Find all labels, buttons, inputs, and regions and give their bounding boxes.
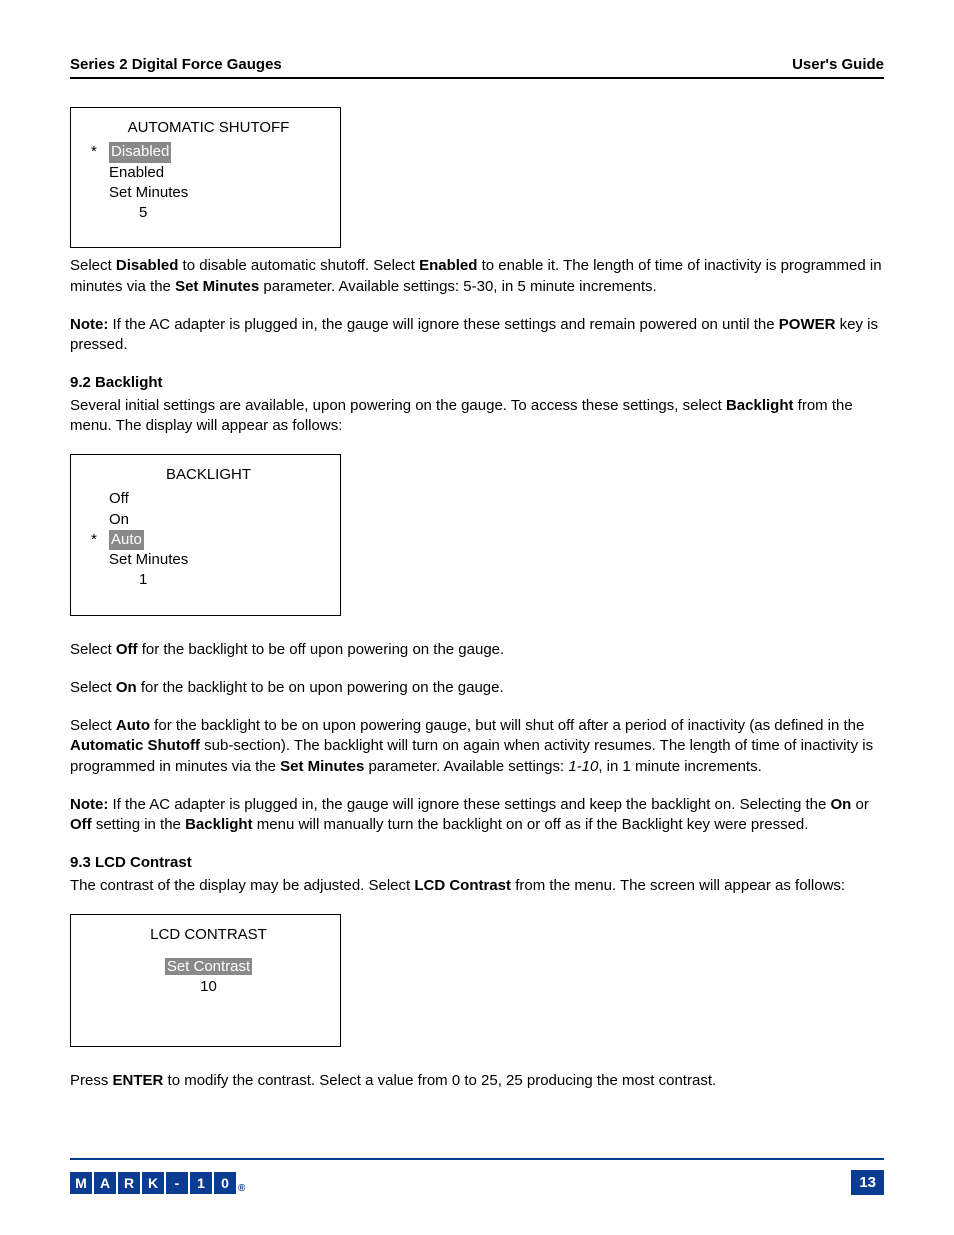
menu-title: LCD CONTRAST <box>91 925 326 945</box>
section-heading: 9.3 LCD Contrast <box>70 853 884 873</box>
menu-item-label: Set Minutes <box>109 550 188 570</box>
menu-item-set-minutes: Set Minutes <box>91 183 326 203</box>
menu-item-on: On <box>91 510 326 530</box>
footer-rule <box>70 1158 884 1160</box>
header-right: User's Guide <box>792 56 884 73</box>
paragraph: Select Off for the backlight to be off u… <box>70 640 884 660</box>
menu-value: 10 <box>91 977 326 997</box>
header-left: Series 2 Digital Force Gauges <box>70 56 282 73</box>
menu-title: AUTOMATIC SHUTOFF <box>91 118 326 138</box>
menu-lcd-contrast: LCD CONTRAST Set Contrast 10 <box>70 914 341 1047</box>
menu-item-set-minutes: Set Minutes <box>91 550 326 570</box>
menu-title: BACKLIGHT <box>91 465 326 485</box>
paragraph: The contrast of the display may be adjus… <box>70 876 884 896</box>
menu-item-label: Off <box>109 489 129 509</box>
page-number: 13 <box>851 1170 884 1195</box>
menu-item-set-contrast: Set Contrast <box>91 957 326 977</box>
menu-item-disabled: * Disabled <box>91 142 326 162</box>
paragraph: Select Disabled to disable automatic shu… <box>70 256 884 297</box>
paragraph: Select Auto for the backlight to be on u… <box>70 716 884 777</box>
paragraph-note: Note: If the AC adapter is plugged in, t… <box>70 795 884 836</box>
menu-item-label: Disabled <box>109 142 171 162</box>
paragraph-note: Note: If the AC adapter is plugged in, t… <box>70 315 884 356</box>
menu-backlight: BACKLIGHT Off On * Auto Set Minutes 1 <box>70 454 341 616</box>
menu-item-label: Enabled <box>109 163 164 183</box>
selection-marker: * <box>91 530 109 550</box>
registered-icon: ® <box>238 1183 245 1194</box>
menu-item-label: Auto <box>109 530 144 550</box>
menu-item-label: Set Minutes <box>109 183 188 203</box>
menu-item-auto: * Auto <box>91 530 326 550</box>
page-footer: M A R K - 1 0 ® 13 <box>70 1158 884 1195</box>
paragraph: Press ENTER to modify the contrast. Sele… <box>70 1071 884 1091</box>
menu-item-enabled: Enabled <box>91 163 326 183</box>
menu-value: 5 <box>91 203 326 223</box>
page-header: Series 2 Digital Force Gauges User's Gui… <box>70 56 884 79</box>
document-page: Series 2 Digital Force Gauges User's Gui… <box>0 0 954 1235</box>
menu-item-label: On <box>109 510 129 530</box>
paragraph: Select On for the backlight to be on upo… <box>70 678 884 698</box>
menu-automatic-shutoff: AUTOMATIC SHUTOFF * Disabled Enabled Set… <box>70 107 341 248</box>
menu-item-off: Off <box>91 489 326 509</box>
paragraph: Several initial settings are available, … <box>70 396 884 437</box>
section-heading: 9.2 Backlight <box>70 373 884 393</box>
menu-item-label: Set Contrast <box>165 958 252 975</box>
mark-10-logo: M A R K - 1 0 ® <box>70 1172 245 1194</box>
menu-value: 1 <box>91 570 326 590</box>
selection-marker: * <box>91 142 109 162</box>
